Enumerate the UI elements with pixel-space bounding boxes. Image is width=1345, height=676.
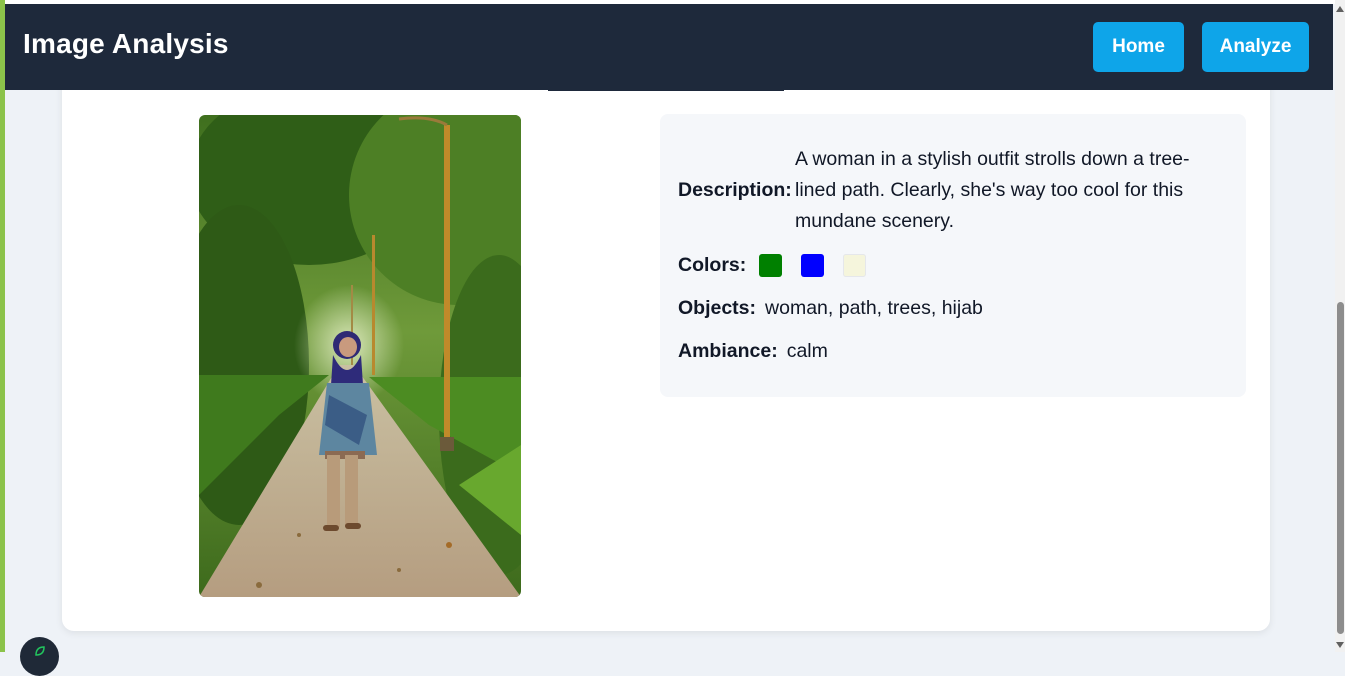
- color-swatch-green: [759, 254, 783, 277]
- left-accent-bar: [0, 0, 5, 652]
- app-title: Image Analysis: [23, 28, 229, 59]
- leaf-icon: [35, 646, 45, 656]
- description-label: Description:: [678, 179, 792, 201]
- hidden-content-edge: [548, 89, 784, 91]
- objects-row: Objects: woman, path, trees, hijab: [678, 297, 983, 320]
- ambiance-label: Ambiance:: [678, 340, 778, 362]
- home-button[interactable]: Home: [1093, 22, 1184, 72]
- colors-label: Colors:: [678, 254, 747, 276]
- objects-value: woman, path, trees, hijab: [765, 297, 983, 319]
- analyzed-photo: [199, 115, 521, 597]
- scrollbar-thumb[interactable]: [1337, 302, 1344, 634]
- analysis-panel: Description: A woman in a stylish outfit…: [660, 114, 1246, 397]
- scroll-down-arrow-icon[interactable]: [1336, 642, 1344, 648]
- colors-row: Colors:: [678, 254, 867, 277]
- scroll-up-arrow-icon[interactable]: [1336, 6, 1344, 12]
- ambiance-row: Ambiance: calm: [678, 340, 828, 363]
- color-swatch-blue: [801, 254, 825, 277]
- color-swatch-beige: [843, 254, 867, 277]
- objects-label: Objects:: [678, 297, 757, 319]
- ambiance-value: calm: [786, 340, 828, 362]
- description-text: A woman in a stylish outfit strolls down…: [795, 148, 1190, 232]
- floating-action-button[interactable]: [20, 637, 59, 676]
- analyze-button[interactable]: Analyze: [1202, 22, 1309, 72]
- navbar: Image Analysis Home Analyze: [5, 4, 1333, 90]
